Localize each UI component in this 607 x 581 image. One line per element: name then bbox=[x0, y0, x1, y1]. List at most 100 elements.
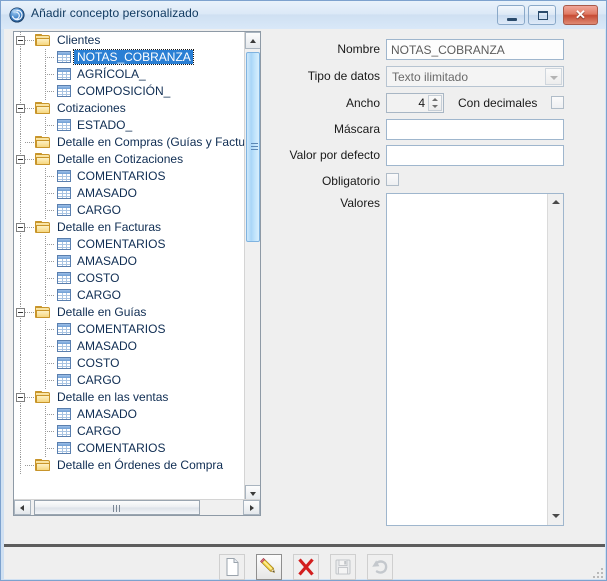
new-button[interactable] bbox=[219, 554, 245, 580]
tree-item-row[interactable]: NOTAS_COBRANZA bbox=[14, 49, 244, 66]
tree-item-row[interactable]: COMENTARIOS bbox=[14, 321, 244, 338]
tree-item-row[interactable]: AGRÍCOLA_ bbox=[14, 66, 244, 83]
obligatorio-checkbox[interactable] bbox=[386, 173, 399, 186]
tree-scroll-right-button[interactable] bbox=[243, 500, 260, 515]
stepper-up-button[interactable] bbox=[429, 96, 441, 103]
valores-scroll-down-button[interactable] bbox=[548, 509, 563, 524]
tree-guide-line bbox=[20, 253, 21, 270]
tree-item-label: AMASADO bbox=[77, 186, 138, 200]
tree-guide-line bbox=[20, 440, 21, 457]
edit-button[interactable] bbox=[256, 554, 282, 580]
tree-guide-line bbox=[45, 431, 55, 432]
maximize-icon bbox=[538, 11, 548, 20]
tree-guide-line bbox=[25, 312, 35, 313]
table-icon bbox=[57, 323, 71, 335]
tipo-datos-select[interactable]: Texto ilimitado bbox=[386, 66, 564, 87]
tree-item-row[interactable]: COMENTARIOS bbox=[14, 168, 244, 185]
tree-hscroll-thumb[interactable] bbox=[34, 500, 200, 515]
tree-item-row[interactable]: CARGO bbox=[14, 287, 244, 304]
table-icon bbox=[57, 374, 71, 386]
valores-textarea[interactable] bbox=[387, 194, 547, 525]
tree-item-row[interactable]: COMENTARIOS bbox=[14, 440, 244, 457]
tree-guide-line bbox=[20, 270, 21, 287]
folder-icon bbox=[35, 221, 51, 234]
tree-item-label: Cotizaciones bbox=[57, 101, 126, 115]
tree-expand-toggle[interactable] bbox=[16, 104, 25, 113]
tree-guide-line bbox=[20, 49, 21, 66]
minimize-button[interactable] bbox=[497, 5, 525, 25]
valor-defecto-input[interactable] bbox=[386, 145, 564, 166]
chevron-down-icon[interactable] bbox=[545, 68, 562, 85]
tree-folder-row[interactable]: Detalle en Órdenes de Compra bbox=[14, 457, 244, 474]
tree-item-row[interactable]: AMASADO bbox=[14, 406, 244, 423]
pencil-icon bbox=[260, 557, 275, 573]
ancho-stepper[interactable]: 4 bbox=[386, 93, 444, 113]
valores-scroll-up-button[interactable] bbox=[548, 195, 563, 210]
tree-guide-line bbox=[20, 287, 21, 304]
tree-horizontal-scrollbar[interactable] bbox=[14, 499, 260, 515]
table-icon bbox=[57, 51, 71, 63]
tree-expand-toggle[interactable] bbox=[16, 223, 25, 232]
tree-scroll-up-button[interactable] bbox=[245, 32, 260, 49]
stepper-down-button[interactable] bbox=[429, 103, 441, 110]
tree-item-row[interactable]: COSTO bbox=[14, 270, 244, 287]
close-button[interactable]: ✕ bbox=[563, 5, 598, 25]
valores-vertical-scrollbar[interactable] bbox=[547, 194, 563, 525]
table-icon bbox=[57, 85, 71, 97]
tree-guide-line bbox=[20, 338, 21, 355]
tree-folder-row[interactable]: Detalle en Guías bbox=[14, 304, 244, 321]
tree-item-row[interactable]: COMENTARIOS bbox=[14, 236, 244, 253]
tree-expand-toggle[interactable] bbox=[16, 155, 25, 164]
con-decimales-checkbox[interactable] bbox=[551, 96, 564, 109]
tree-item-row[interactable]: CARGO bbox=[14, 423, 244, 440]
tree-folder-row[interactable]: Detalle en Compras (Guías y Facturas) bbox=[14, 134, 244, 151]
tree-folder-row[interactable]: Detalle en Cotizaciones bbox=[14, 151, 244, 168]
mascara-input[interactable] bbox=[386, 119, 564, 140]
tree-item-row[interactable]: AMASADO bbox=[14, 338, 244, 355]
tree-item-label: CARGO bbox=[77, 424, 122, 438]
tree-vertical-scrollbar[interactable] bbox=[244, 32, 260, 502]
tree-scroll-left-button[interactable] bbox=[14, 500, 31, 515]
title-bar[interactable]: Añadir concepto personalizado ✕ bbox=[1, 1, 606, 29]
tree-folder-row[interactable]: Detalle en las ventas bbox=[14, 389, 244, 406]
tree-item-row[interactable]: CARGO bbox=[14, 372, 244, 389]
tree-guide-line bbox=[20, 236, 21, 253]
tree-item-label: Detalle en Órdenes de Compra bbox=[57, 458, 224, 472]
tree-item-row[interactable]: CARGO bbox=[14, 202, 244, 219]
dialog-client-area: Clientes NOTAS_COBRANZA AGRÍCOLA_ COMPOSICI… bbox=[4, 29, 605, 580]
maximize-button[interactable] bbox=[528, 5, 556, 25]
resize-grip[interactable] bbox=[590, 565, 603, 578]
save-button[interactable] bbox=[330, 554, 356, 580]
tree-item-row[interactable]: COSTO bbox=[14, 355, 244, 372]
concept-tree[interactable]: Clientes NOTAS_COBRANZA AGRÍCOLA_ COMPOSICI… bbox=[14, 32, 244, 502]
tipo-datos-value: Texto ilimitado bbox=[392, 70, 469, 84]
tree-scroll-thumb[interactable] bbox=[246, 52, 260, 242]
field-row-valores: Valores bbox=[276, 193, 596, 528]
table-icon bbox=[57, 408, 71, 420]
tree-expand-toggle[interactable] bbox=[16, 36, 25, 45]
arrow-down-icon bbox=[250, 492, 256, 496]
tree-expand-toggle[interactable] bbox=[16, 308, 25, 317]
tree-item-row[interactable]: COMPOSICIÓN_ bbox=[14, 83, 244, 100]
folder-icon bbox=[35, 306, 51, 319]
arrow-down-icon bbox=[552, 514, 560, 518]
arrow-left-icon bbox=[20, 505, 24, 511]
tree-folder-row[interactable]: Clientes bbox=[14, 32, 244, 49]
tree-guide-line bbox=[25, 465, 35, 466]
tree-item-label: COSTO bbox=[77, 356, 120, 370]
tree-guide-line bbox=[45, 57, 55, 58]
tree-item-row[interactable]: AMASADO bbox=[14, 185, 244, 202]
stepper-buttons[interactable] bbox=[428, 95, 442, 111]
delete-button[interactable] bbox=[293, 554, 319, 580]
minimize-icon bbox=[507, 18, 517, 21]
tree-guide-line bbox=[45, 74, 55, 75]
tree-folder-row[interactable]: Detalle en Facturas bbox=[14, 219, 244, 236]
tree-guide-line bbox=[45, 91, 55, 92]
undo-button[interactable] bbox=[367, 554, 393, 580]
tree-item-row[interactable]: AMASADO bbox=[14, 253, 244, 270]
tree-folder-row[interactable]: Cotizaciones bbox=[14, 100, 244, 117]
tree-expand-toggle[interactable] bbox=[16, 393, 25, 402]
tree-item-row[interactable]: ESTADO_ bbox=[14, 117, 244, 134]
field-row-mascara: Máscara bbox=[276, 119, 596, 141]
nombre-input[interactable] bbox=[386, 39, 564, 60]
